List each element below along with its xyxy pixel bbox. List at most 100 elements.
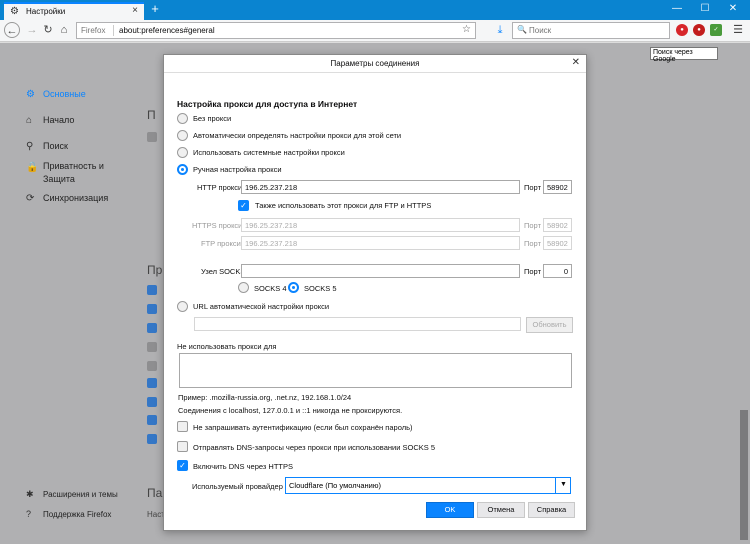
sidebar-item-general[interactable]: Основные [43, 89, 86, 99]
background-checkbox [147, 415, 157, 425]
pac-url-input[interactable] [194, 317, 521, 331]
http-proxy-input[interactable]: 196.25.237.218 [241, 180, 520, 194]
auto-detect-label: Автоматически определять настройки прокс… [193, 131, 402, 140]
downloads-icon[interactable]: ⤓ [492, 22, 508, 38]
gear-icon: ⚙ [10, 6, 19, 17]
cancel-button[interactable]: Отмена [477, 502, 525, 518]
pac-url-radio[interactable] [177, 301, 188, 312]
reload-icon[interactable]: ↻ [40, 22, 56, 38]
search-icon: 🔍 [517, 25, 527, 34]
https-proxy-input[interactable]: 196.25.237.218 [241, 218, 520, 232]
tab-settings[interactable]: ⚙ Настройки × [4, 2, 144, 20]
sidebar-item-search[interactable]: Поиск [43, 141, 68, 151]
forward-icon[interactable]: → [24, 22, 40, 38]
dns-over-https-label: Включить DNS через HTTPS [193, 462, 294, 471]
url-brand: Firefox [81, 26, 106, 35]
background-heading-2: Пр [147, 263, 163, 277]
search-bar[interactable]: 🔍 [512, 22, 670, 39]
provider-label: Используемый провайдер [192, 482, 283, 491]
ftp-port-label: Порт [524, 239, 542, 248]
manual-proxy-radio[interactable] [177, 164, 188, 175]
extension-green-icon[interactable]: ✓ [710, 24, 722, 36]
tab-bar: ⚙ Настройки × + — ☐ ✕ [0, 0, 750, 20]
background-checkbox [147, 397, 157, 407]
socks-port-input[interactable]: 0 [543, 264, 572, 278]
help-icon: ? [26, 509, 32, 519]
adblock-icon[interactable]: ● [693, 24, 705, 36]
dns-over-https-checkbox[interactable]: ✓ [177, 460, 188, 471]
manual-proxy-label: Ручная настройка прокси [193, 165, 282, 174]
background-checkbox [147, 434, 157, 444]
socks-host-input[interactable] [241, 264, 520, 278]
no-proxy-for-label: Не использовать прокси для [177, 342, 277, 351]
auto-detect-radio[interactable] [177, 130, 188, 141]
ftp-proxy-input[interactable]: 196.25.237.218 [241, 236, 520, 250]
sidebar-item-sync[interactable]: Синхронизация [43, 193, 108, 203]
url-divider [113, 25, 114, 36]
new-tab-button[interactable]: + [148, 1, 162, 17]
socks5-label: SOCKS 5 [304, 284, 337, 293]
extension-icon[interactable]: ● [676, 24, 688, 36]
home-icon[interactable]: ⌂ [56, 22, 72, 38]
no-proxy-for-textarea[interactable] [179, 353, 572, 388]
minimize-button[interactable]: — [662, 0, 692, 20]
https-proxy-label: HTTPS прокси [192, 221, 243, 230]
example-text: Пример: .mozilla-russia.org, .net.nz, 19… [178, 393, 352, 402]
background-checkbox [147, 304, 157, 314]
tab-label: Настройки [26, 7, 66, 16]
reload-pac-button[interactable]: Обновить [526, 317, 573, 333]
dialog-title: Параметры соединения [164, 55, 586, 73]
close-tab-icon[interactable]: × [132, 5, 138, 16]
socks-dns-label: Отправлять DNS-запросы через прокси при … [193, 443, 435, 452]
ftp-port-input[interactable]: 58902 [543, 236, 572, 250]
no-proxy-label: Без прокси [193, 114, 232, 123]
http-port-label: Порт [524, 183, 542, 192]
system-proxy-radio[interactable] [177, 147, 188, 158]
sidebar-item-privacy[interactable]: Приватность и [43, 161, 104, 171]
https-port-label: Порт [524, 221, 542, 230]
lock-icon: 🔒 [26, 162, 39, 173]
http-proxy-label: HTTP прокси [197, 183, 243, 192]
no-prompt-auth-checkbox[interactable] [177, 421, 188, 432]
back-icon[interactable]: ← [4, 22, 20, 38]
bookmark-star-icon[interactable]: ☆ [462, 24, 471, 35]
sidebar-item-privacy-line2: Защита [43, 174, 75, 184]
proxy-section-title: Настройка прокси для доступа в Интернет [177, 99, 358, 109]
puzzle-icon: ✱ [26, 489, 34, 499]
chevron-down-icon: ▼ [555, 477, 571, 494]
background-checkbox [147, 285, 157, 295]
socks-dns-checkbox[interactable] [177, 441, 188, 452]
sidebar-item-support[interactable]: Поддержка Firefox [43, 510, 111, 519]
sidebar-item-home[interactable]: Начало [43, 115, 74, 125]
search-input[interactable] [529, 25, 665, 36]
https-port-input[interactable]: 58902 [543, 218, 572, 232]
sidebar-item-addons[interactable]: Расширения и темы [43, 490, 118, 499]
menu-icon[interactable]: ☰ [730, 22, 746, 38]
background-checkbox [147, 342, 157, 352]
dialog-close-icon[interactable]: ✕ [572, 57, 580, 68]
url-bar[interactable]: Firefox about:preferences#general ☆ [76, 22, 476, 39]
help-button[interactable]: Справка [528, 502, 575, 518]
page-scrollbar[interactable] [740, 410, 748, 540]
navigation-bar: ← → ↻ ⌂ Firefox about:preferences#genera… [0, 20, 750, 42]
system-proxy-label: Использовать системные настройки прокси [193, 148, 345, 157]
http-port-input[interactable]: 58902 [543, 180, 572, 194]
socks5-radio[interactable] [288, 282, 299, 293]
search-tooltip: Поиск через Google [650, 47, 718, 63]
pac-url-label: URL автоматической настройки прокси [193, 302, 330, 311]
sync-icon: ⟳ [26, 193, 35, 204]
also-use-checkbox[interactable]: ✓ [238, 200, 249, 211]
socks4-radio[interactable] [238, 282, 249, 293]
socks-port-label: Порт [524, 267, 542, 276]
background-checkbox [147, 323, 157, 333]
maximize-button[interactable]: ☐ [690, 0, 720, 20]
no-proxy-radio[interactable] [177, 113, 188, 124]
ok-button[interactable]: OK [426, 502, 474, 518]
localhost-note: Соединения с localhost, 127.0.0.1 и ::1 … [178, 406, 403, 415]
socks4-label: SOCKS 4 [254, 284, 287, 293]
background-checkbox [147, 378, 157, 388]
no-prompt-auth-label: Не запрашивать аутентификацию (если был … [193, 423, 413, 432]
window-close-button[interactable]: ✕ [718, 0, 748, 20]
socks-host-label: Узел SOCKS [201, 267, 246, 276]
provider-select[interactable]: Cloudflare (По умолчанию) [285, 477, 571, 494]
